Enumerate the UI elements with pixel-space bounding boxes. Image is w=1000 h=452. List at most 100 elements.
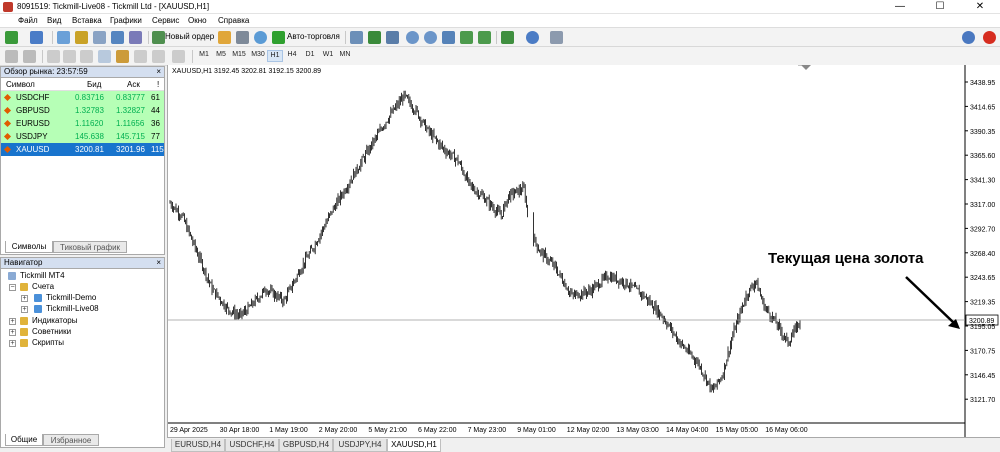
timeframe-m30[interactable]: M30 <box>250 51 266 58</box>
fibonacci-icon[interactable] <box>116 50 129 63</box>
chart-window[interactable]: 3200.89 3438.95 3414.65 3390.35 3365.60 3341… <box>167 64 1000 452</box>
new-order-button[interactable]: Новый ордер <box>165 32 214 41</box>
zoom-in-icon[interactable] <box>406 31 419 44</box>
autotrading-button[interactable]: Авто-торговля <box>287 32 340 41</box>
label-icon[interactable] <box>152 50 165 63</box>
market-watch-row[interactable]: EURUSD 1.11620 1.11656 36 <box>1 117 164 130</box>
notifications-icon[interactable] <box>983 31 996 44</box>
chart-tab-usdjpy[interactable]: USDJPY,H4 <box>333 439 387 452</box>
time-tick-label: 12 May 02:00 <box>567 427 610 434</box>
tab-favorites[interactable]: Избранное <box>43 434 99 446</box>
market-watch-symbol: USDCHF <box>16 93 50 102</box>
timeframe-d1[interactable]: D1 <box>302 51 318 58</box>
menu-view[interactable]: Вид <box>47 16 61 25</box>
signals-icon[interactable] <box>236 31 249 44</box>
market-watch-row[interactable]: USDCHF 0.83716 0.83777 61 <box>1 91 164 104</box>
timeframe-h4[interactable]: H4 <box>284 51 300 58</box>
market-watch-row[interactable]: GBPUSD 1.32783 1.32827 44 <box>1 104 164 117</box>
new-chart-icon[interactable] <box>5 31 18 44</box>
tester-icon[interactable] <box>129 31 142 44</box>
chart-tab-gbpusd[interactable]: GBPUSD,H4 <box>279 439 333 452</box>
close-button[interactable]: ✕ <box>960 0 1000 14</box>
market-watch-ask: 1.11656 <box>116 119 145 128</box>
data-window-icon[interactable] <box>75 31 88 44</box>
bar-chart-icon[interactable] <box>350 31 363 44</box>
nav-accounts[interactable]: Счета <box>32 282 54 291</box>
periods-icon[interactable] <box>526 31 539 44</box>
nav-scripts[interactable]: Скрипты <box>32 338 64 347</box>
column-bid[interactable]: Бид <box>87 80 101 89</box>
metaeditor-icon[interactable] <box>218 31 231 44</box>
menu-file[interactable]: Файл <box>18 16 38 25</box>
menu-bar: Файл Вид Вставка Графики Сервис Окно Спр… <box>0 14 1000 28</box>
expand-icon[interactable]: + <box>9 329 16 336</box>
nav-account-live[interactable]: Tickmill-Live08 <box>46 304 99 313</box>
tile-windows-icon[interactable] <box>442 31 455 44</box>
navigator-panel: Навигатор × Tickmill MT4 − Счета + Tickm… <box>0 257 165 448</box>
tab-common[interactable]: Общие <box>5 434 43 446</box>
minimize-button[interactable]: — <box>880 0 920 14</box>
market-watch-icon[interactable] <box>57 31 70 44</box>
navigator-icon[interactable] <box>93 31 106 44</box>
column-symbol[interactable]: Символ <box>6 80 35 89</box>
time-tick-label: 7 May 23:00 <box>468 427 507 434</box>
horizontal-line-icon[interactable] <box>63 50 76 63</box>
nav-account-demo[interactable]: Tickmill-Demo <box>46 293 96 302</box>
expand-icon[interactable]: − <box>9 284 16 291</box>
new-order-icon[interactable] <box>152 31 165 44</box>
price-chart[interactable]: 3200.89 3438.953414.653390.353365.603341… <box>168 64 1000 437</box>
drawing-toolbar: M1 M5 M15 M30 H1 H4 D1 W1 MN <box>0 47 1000 66</box>
nav-root[interactable]: Tickmill MT4 <box>20 271 65 280</box>
maximize-button[interactable]: ☐ <box>920 0 960 14</box>
menu-window[interactable]: Окно <box>188 16 207 25</box>
chart-shift-icon[interactable] <box>460 31 473 44</box>
tab-symbols[interactable]: Символы <box>5 241 53 253</box>
column-ask[interactable]: Аск <box>127 80 140 89</box>
column-spread[interactable]: ! <box>157 80 159 89</box>
nav-advisors[interactable]: Советники <box>32 327 71 336</box>
symbol-diamond-icon <box>3 106 12 115</box>
terminal-icon[interactable] <box>111 31 124 44</box>
search-icon[interactable] <box>962 31 975 44</box>
channel-icon[interactable] <box>98 50 111 63</box>
profiles-icon[interactable] <box>30 31 43 44</box>
chart-tab-eurusd[interactable]: EURUSD,H4 <box>171 439 225 452</box>
autotrading-icon[interactable] <box>272 31 285 44</box>
timeframe-m1[interactable]: M1 <box>196 51 212 58</box>
trendline-icon[interactable] <box>80 50 93 63</box>
chart-tab-usdchf[interactable]: USDCHF,H4 <box>225 439 279 452</box>
timeframe-w1[interactable]: W1 <box>320 51 336 58</box>
line-chart-icon[interactable] <box>386 31 399 44</box>
crosshair-icon[interactable] <box>23 50 36 63</box>
menu-charts[interactable]: Графики <box>110 16 142 25</box>
candlesticks-icon[interactable] <box>368 31 381 44</box>
menu-insert[interactable]: Вставка <box>72 16 102 25</box>
time-tick-label: 29 Apr 2025 <box>170 427 208 434</box>
close-icon[interactable]: × <box>156 258 161 268</box>
templates-icon[interactable] <box>550 31 563 44</box>
timeframe-mn[interactable]: MN <box>337 51 353 58</box>
menu-tools[interactable]: Сервис <box>152 16 179 25</box>
indicators-icon[interactable] <box>501 31 514 44</box>
zoom-out-icon[interactable] <box>424 31 437 44</box>
market-watch-row[interactable]: XAUUSD 3200.81 3201.96 115 <box>1 143 164 156</box>
expand-icon[interactable]: + <box>21 295 28 302</box>
menu-help[interactable]: Справка <box>218 16 249 25</box>
arrows-icon[interactable] <box>172 50 185 63</box>
expand-icon[interactable]: + <box>21 306 28 313</box>
expand-icon[interactable]: + <box>9 340 16 347</box>
expand-icon[interactable]: + <box>9 318 16 325</box>
cursor-icon[interactable] <box>5 50 18 63</box>
chart-tab-xauusd[interactable]: XAUUSD,H1 <box>387 439 441 452</box>
nav-indicators[interactable]: Индикаторы <box>32 316 77 325</box>
close-icon[interactable]: × <box>156 67 161 77</box>
tab-tick-chart[interactable]: Тиковый график <box>53 241 127 253</box>
text-icon[interactable] <box>134 50 147 63</box>
timeframe-h1[interactable]: H1 <box>267 50 283 62</box>
autoscroll-icon[interactable] <box>478 31 491 44</box>
timeframe-m15[interactable]: M15 <box>231 51 247 58</box>
market-icon[interactable] <box>254 31 267 44</box>
timeframe-m5[interactable]: M5 <box>213 51 229 58</box>
vertical-line-icon[interactable] <box>47 50 60 63</box>
market-watch-row[interactable]: USDJPY 145.638 145.715 77 <box>1 130 164 143</box>
